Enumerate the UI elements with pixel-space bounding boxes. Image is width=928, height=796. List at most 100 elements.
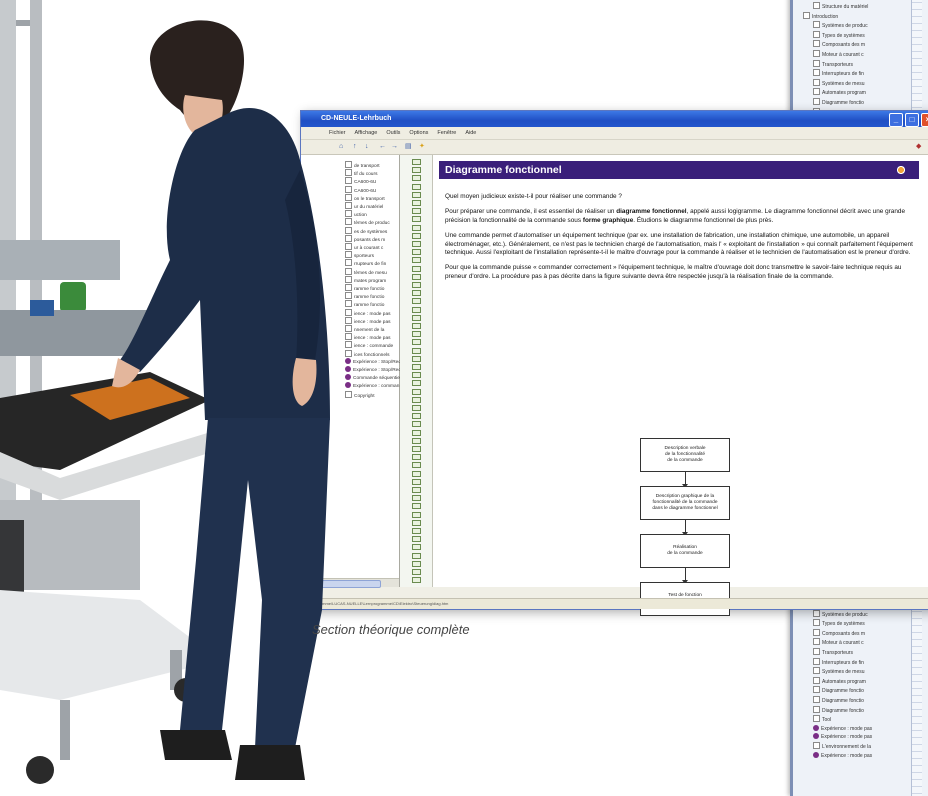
rail-page-marker[interactable] [412,495,421,502]
tree-item[interactable]: Transporteurs [799,647,909,658]
tree-item[interactable]: Automates program [799,88,909,98]
menu-item[interactable]: Options [409,127,428,139]
rail-page-marker[interactable] [412,257,421,264]
settings-icon[interactable]: ◆ [916,143,923,150]
rail-page-marker[interactable] [412,265,421,272]
tree-item[interactable]: Moteur à courant c [799,49,909,60]
tree-item[interactable]: es de systèmes [345,226,387,235]
rail-page-marker[interactable] [412,339,421,346]
tree-item[interactable]: ience : mode pas [345,333,391,341]
tree-item[interactable]: uction [345,210,367,218]
rail-page-marker[interactable] [412,216,421,223]
tree-item[interactable]: Expérience : mode pas [799,751,909,761]
rail-page-marker[interactable] [412,446,421,452]
rail-page-marker[interactable] [412,454,421,461]
rail-page-marker[interactable] [412,273,421,280]
tree-item[interactable]: Diagramme fonctio [799,686,909,696]
rail-page-marker[interactable] [412,372,421,379]
menu-item[interactable]: Affichage [355,127,378,139]
tree-item[interactable]: Expérience : Stop/Red [345,357,401,365]
rail-page-marker[interactable] [412,569,421,575]
maximize-button[interactable]: □ [905,113,919,127]
rail-page-marker[interactable] [412,183,421,190]
rail-page-marker[interactable] [412,462,421,469]
tree-item[interactable]: Types de systèmes [799,30,909,41]
scrollbar-thumb[interactable] [319,580,381,588]
tree-item[interactable]: tif du cours [345,169,377,177]
rail-page-marker[interactable] [412,560,421,567]
tree-item[interactable]: Expérience : comman [345,382,399,389]
tree-item[interactable]: Copyright [345,390,375,399]
rail-page-marker[interactable] [412,544,421,551]
tree-item[interactable]: Composants des m [799,40,909,50]
rail-page-marker[interactable] [412,241,421,247]
tree-item[interactable]: ience : mode pas [345,308,391,317]
rail-page-marker[interactable] [412,290,421,297]
tree-item[interactable]: mates program [345,275,386,284]
rail-page-marker[interactable] [412,503,421,510]
tree-item[interactable]: Interrupteurs de fin [799,69,909,79]
back-arrow-icon[interactable]: ← [379,143,386,150]
tree-item[interactable]: Expérience : mode pas [799,724,909,734]
rail-page-marker[interactable] [412,314,421,321]
horizontal-scrollbar[interactable] [301,578,399,588]
tree-item[interactable]: Transporteurs [799,59,909,70]
rail-page-marker[interactable] [412,159,421,165]
rail-page-marker[interactable] [412,528,421,534]
tree-item[interactable]: ramme fonctio [345,300,384,308]
tree-item[interactable]: Systèmes de produc [799,21,909,31]
tree-item[interactable]: Systèmes de mesu [799,667,909,677]
navigation-tree[interactable]: de transport tif du cours CA600-6U CA600-6U… [301,155,401,588]
tree-item[interactable]: Systèmes de produc [799,609,909,620]
menu-item[interactable]: Aide [465,127,476,139]
tree-item[interactable]: de transport [345,161,380,169]
lightbulb-icon[interactable]: ✦ [419,143,426,150]
rail-page-marker[interactable] [412,282,421,288]
tree-item[interactable]: posants des m [345,234,385,243]
tree-item[interactable]: rrupteurs de fin [345,259,386,267]
tree-item[interactable]: Types de systèmes [799,619,909,629]
rail-page-marker[interactable] [412,405,421,411]
rail-page-marker[interactable] [412,175,421,182]
rail-page-marker[interactable] [412,232,421,239]
tree-item[interactable]: Expérience : Stop/Red [345,366,401,373]
rail-page-marker[interactable] [412,429,421,436]
tree-item[interactable]: Commande séquentiel [345,374,401,381]
tree-item[interactable]: ices fonctionnels [345,349,389,358]
title-bar[interactable]: CD-NEULE-Lehrbuch _ □ × [301,111,928,127]
tree-item[interactable]: nnement de la [345,325,384,333]
menu-item[interactable]: Outils [386,127,400,139]
rail-page-marker[interactable] [412,323,421,329]
tree-item[interactable]: sporteurs [345,251,374,259]
close-button[interactable]: × [921,113,928,127]
rail-page-marker[interactable] [412,421,421,428]
rail-page-marker[interactable] [412,380,421,387]
print-icon[interactable]: ▤ [405,143,412,150]
rail-page-marker[interactable] [412,388,421,395]
rail-page-marker[interactable] [412,298,421,305]
rail-page-marker[interactable] [412,413,421,420]
rail-page-marker[interactable] [412,249,421,256]
rail-page-marker[interactable] [412,355,421,362]
rail-page-marker[interactable] [412,470,421,477]
tree-item[interactable]: Diagramme fonctio [799,705,909,716]
rail-page-marker[interactable] [412,519,421,526]
tree-item[interactable]: ur du matériel [345,202,383,210]
tree-item[interactable]: Diagramme fonctio [799,97,909,108]
tree-item[interactable]: Diagramme fonctio [799,695,909,706]
rail-page-marker[interactable] [412,577,421,584]
rail-page-marker[interactable] [412,200,421,206]
rail-page-marker[interactable] [412,191,421,198]
tree-item[interactable]: Interrupteurs de fin [799,657,909,668]
rail-page-marker[interactable] [412,306,421,313]
menu-item[interactable]: Fenêtre [437,127,456,139]
tree-item[interactable]: L'environnement de la [799,741,909,752]
tree-item[interactable]: Systèmes de mesu [799,78,909,89]
minimize-button[interactable]: _ [889,113,903,127]
rail-page-marker[interactable] [412,536,421,543]
page-rail[interactable] [400,155,433,587]
tree-item[interactable]: Structure du matériel [799,2,909,12]
tree-item[interactable]: Composants des m [799,628,909,639]
rail-page-marker[interactable] [412,224,421,231]
tree-item[interactable]: CA600-6U [345,177,376,185]
